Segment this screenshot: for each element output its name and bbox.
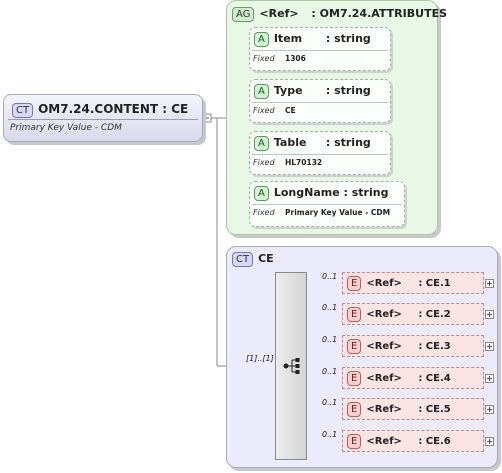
expand-icon[interactable]: + xyxy=(485,437,494,446)
attribute-group-ref: <Ref> xyxy=(259,7,299,20)
attribute-group-badge-icon: AG xyxy=(232,7,255,22)
attribute-group-name: : OM7.24.ATTRIBUTES xyxy=(311,7,448,20)
attribute-type: : string xyxy=(325,32,371,45)
attribute-badge-icon: A xyxy=(254,136,269,151)
attribute-group-header: AG <Ref> : OM7.24.ATTRIBUTES xyxy=(232,7,447,22)
element-name: : CE.1 xyxy=(418,278,451,289)
element-ce-2[interactable]: E <Ref> : CE.2 xyxy=(342,303,484,325)
element-name: : CE.6 xyxy=(418,436,451,447)
element-ref: <Ref> xyxy=(366,436,402,447)
attribute-type: : string xyxy=(343,186,389,199)
element-badge-icon: E xyxy=(347,434,362,449)
element-name: : CE.2 xyxy=(418,309,451,320)
element-ce-4[interactable]: E <Ref> : CE.4 xyxy=(342,367,484,389)
attribute-longname[interactable]: A LongName : string Fixed Primary Key Val… xyxy=(249,181,405,227)
attribute-badge-icon: A xyxy=(254,186,269,201)
attribute-item[interactable]: A Item : string Fixed 1306 xyxy=(249,27,391,71)
attribute-type[interactable]: A Type : string Fixed CE xyxy=(249,79,391,123)
attribute-badge-icon: A xyxy=(254,32,269,47)
attribute-type: : string xyxy=(325,84,371,97)
attribute-type: : string xyxy=(325,136,371,149)
element-badge-icon: E xyxy=(347,339,362,354)
divider xyxy=(252,204,402,205)
element-ref: <Ref> xyxy=(366,341,402,352)
attribute-name: Type xyxy=(273,84,303,97)
divider xyxy=(252,102,388,103)
expand-icon[interactable]: + xyxy=(485,405,494,414)
attribute-name: LongName xyxy=(273,186,340,199)
attribute-table[interactable]: A Table : string Fixed HL70132 xyxy=(249,131,391,175)
complex-type-badge-icon: CT xyxy=(12,103,34,118)
attribute-fixed-label: Fixed xyxy=(253,208,275,217)
attribute-fixed-value: Primary Key Value - CDM xyxy=(285,208,391,217)
sequence-icon xyxy=(283,358,300,374)
element-name: : CE.3 xyxy=(418,341,451,352)
sequence-occurrence: [1]..[1] xyxy=(246,354,274,363)
element-ce-1[interactable]: E <Ref> : CE.1 xyxy=(342,272,484,294)
element-ce-6[interactable]: E <Ref> : CE.6 xyxy=(342,430,484,452)
element-ref: <Ref> xyxy=(366,404,402,415)
attribute-fixed-value: 1306 xyxy=(285,54,306,63)
element-ref: <Ref> xyxy=(366,373,402,384)
element-name: : CE.5 xyxy=(418,404,451,415)
attribute-fixed-value: HL70132 xyxy=(285,158,323,167)
complex-type-badge-icon: CT xyxy=(232,252,254,267)
attribute-fixed-label: Fixed xyxy=(253,54,275,63)
element-occurrence: 0..1 xyxy=(322,367,338,376)
divider xyxy=(252,50,388,51)
expand-icon[interactable]: + xyxy=(485,342,494,351)
element-badge-icon: E xyxy=(347,402,362,417)
attribute-name: Table xyxy=(273,136,307,149)
element-occurrence: 0..1 xyxy=(322,335,338,344)
complex-type-header: CT CE xyxy=(232,252,274,267)
expand-icon[interactable]: + xyxy=(485,279,494,288)
element-ce-5[interactable]: E <Ref> : CE.5 xyxy=(342,398,484,420)
attribute-name: Item xyxy=(273,32,303,45)
element-badge-icon: E xyxy=(347,276,362,291)
element-occurrence: 0..1 xyxy=(322,303,338,312)
expand-icon[interactable]: + xyxy=(485,310,494,319)
root-title: CT OM7.24.CONTENT : CE xyxy=(12,102,188,118)
attribute-badge-icon: A xyxy=(254,84,269,99)
root-subtitle: Primary Key Value - CDM xyxy=(10,123,122,133)
element-occurrence: 0..1 xyxy=(322,272,338,281)
element-occurrence: 0..1 xyxy=(322,430,338,439)
attribute-group-panel[interactable]: AG <Ref> : OM7.24.ATTRIBUTES A Item : string… xyxy=(226,0,447,235)
root-title-text: OM7.24.CONTENT : CE xyxy=(38,102,189,116)
complex-type-name: CE xyxy=(258,252,274,265)
element-ref: <Ref> xyxy=(366,309,402,320)
attribute-fixed-value: CE xyxy=(285,106,296,115)
divider xyxy=(8,119,198,120)
divider xyxy=(252,154,388,155)
element-ref: <Ref> xyxy=(366,278,402,289)
attribute-fixed-label: Fixed xyxy=(253,106,275,115)
element-occurrence: 0..1 xyxy=(322,398,338,407)
element-ce-3[interactable]: E <Ref> : CE.3 xyxy=(342,335,484,357)
element-name: : CE.4 xyxy=(418,373,451,384)
expand-icon[interactable]: + xyxy=(485,374,494,383)
element-badge-icon: E xyxy=(347,307,362,322)
attribute-fixed-label: Fixed xyxy=(253,158,275,167)
sequence-compositor[interactable] xyxy=(275,272,307,460)
element-badge-icon: E xyxy=(347,371,362,386)
root-complex-element[interactable]: CT OM7.24.CONTENT : CE Primary Key Value … xyxy=(3,94,203,142)
